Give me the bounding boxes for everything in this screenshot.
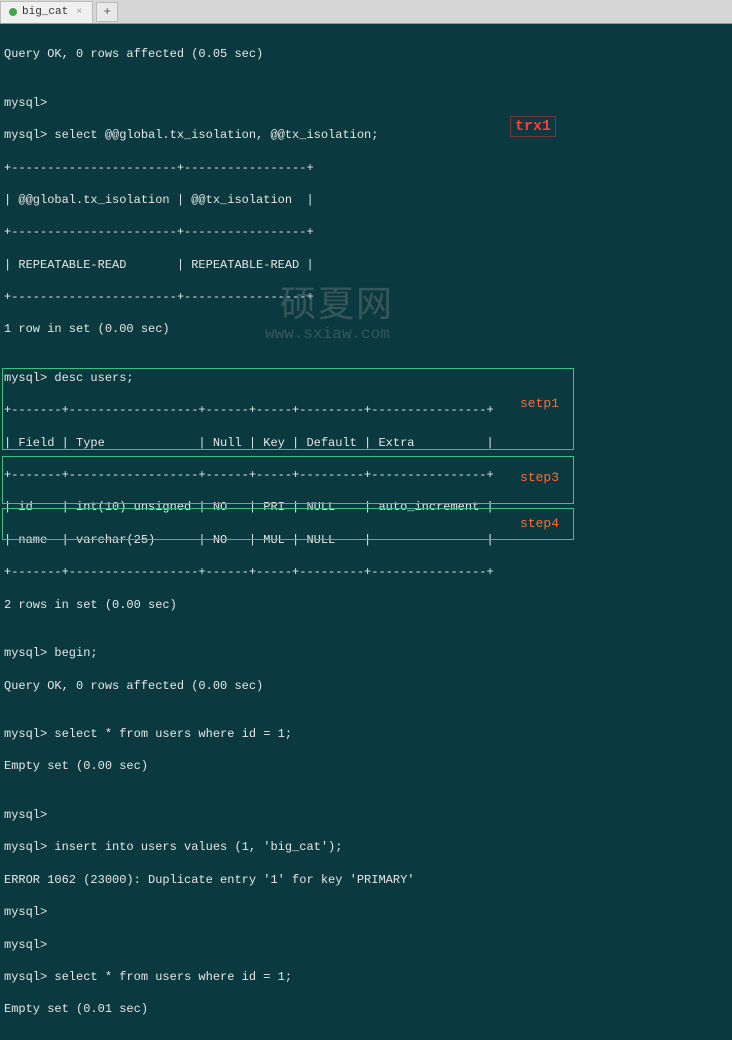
annotation-trx1: trx1	[510, 116, 556, 137]
terminal-line: mysql>	[4, 904, 728, 920]
status-dot-icon	[9, 8, 17, 16]
annotation-label-step4: step4	[520, 516, 559, 531]
terminal-line: ERROR 1062 (23000): Duplicate entry '1' …	[4, 872, 728, 888]
terminal-line: mysql> select * from users where id = 1;	[4, 726, 728, 742]
terminal-line: mysql>	[4, 937, 728, 953]
terminal-line: +-------+------------------+------+-----…	[4, 467, 728, 483]
terminal-line: mysql>	[4, 95, 728, 111]
close-icon[interactable]: ×	[76, 7, 82, 18]
terminal-line: mysql> begin;	[4, 645, 728, 661]
annotation-label-step1: setp1	[520, 396, 559, 411]
terminal-line: mysql> desc users;	[4, 370, 728, 386]
terminal-line: Query OK, 0 rows affected (0.00 sec)	[4, 678, 728, 694]
terminal-line: +-----------------------+---------------…	[4, 160, 728, 176]
terminal-line: | id | int(10) unsigned | NO | PRI | NUL…	[4, 499, 728, 515]
terminal-line: 2 rows in set (0.00 sec)	[4, 597, 728, 613]
terminal-line: | REPEATABLE-READ | REPEATABLE-READ |	[4, 257, 728, 273]
terminal-line: +-------+------------------+------+-----…	[4, 402, 728, 418]
terminal-line: | @@global.tx_isolation | @@tx_isolation…	[4, 192, 728, 208]
annotation-label-step3: step3	[520, 470, 559, 485]
plus-icon: +	[104, 5, 111, 19]
terminal-line: mysql>	[4, 807, 728, 823]
tab-bar: big_cat × +	[0, 0, 732, 24]
tab-big-cat[interactable]: big_cat ×	[0, 1, 93, 23]
terminal-line: +-----------------------+---------------…	[4, 289, 728, 305]
terminal-line: mysql> select * from users where id = 1;	[4, 969, 728, 985]
terminal-line: 1 row in set (0.00 sec)	[4, 321, 728, 337]
terminal-line: +-----------------------+---------------…	[4, 224, 728, 240]
terminal-line: | Field | Type | Null | Key | Default | …	[4, 435, 728, 451]
terminal-line: +-------+------------------+------+-----…	[4, 564, 728, 580]
terminal-line: Query OK, 0 rows affected (0.05 sec)	[4, 46, 728, 62]
tab-title: big_cat	[22, 6, 68, 18]
add-tab-button[interactable]: +	[96, 2, 118, 22]
terminal-line: Empty set (0.01 sec)	[4, 1001, 728, 1017]
terminal-line: mysql> select @@global.tx_isolation, @@t…	[4, 127, 728, 143]
terminal-line: mysql> insert into users values (1, 'big…	[4, 839, 728, 855]
terminal-line: Empty set (0.00 sec)	[4, 758, 728, 774]
terminal-output[interactable]: Query OK, 0 rows affected (0.05 sec) mys…	[0, 24, 732, 1040]
